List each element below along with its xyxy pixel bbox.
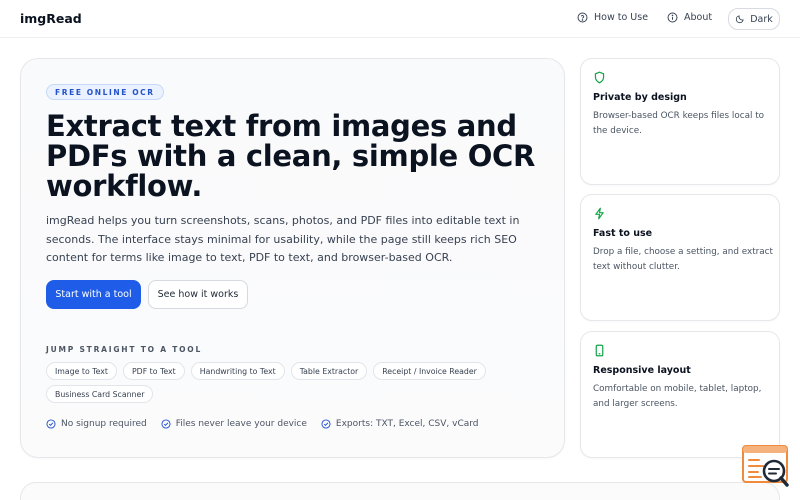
check-files-local: Files never leave your device: [161, 419, 307, 429]
hero-card: FREE ONLINE OCR Extract text from images…: [20, 58, 565, 458]
check-label: No signup required: [61, 419, 147, 429]
nav-how-to-use[interactable]: How to Use: [577, 12, 648, 23]
document-search-icon: [742, 445, 789, 487]
feature-title: Fast to use: [593, 228, 653, 239]
lightning-icon: [595, 207, 604, 220]
hero-description: imgRead helps you turn screenshots, scan…: [46, 214, 520, 264]
check-exports: Exports: TXT, Excel, CSV, vCard: [321, 419, 479, 429]
tool-chip-pdf-to-text[interactable]: PDF to Text: [122, 362, 185, 380]
tool-chip-receipt-invoice-reader[interactable]: Receipt / Invoice Reader: [373, 362, 486, 380]
info-circle-icon: [667, 12, 678, 23]
tool-chip-business-card-scanner[interactable]: Business Card Scanner: [46, 385, 154, 403]
feature-checks: No signup required Files never leave you…: [46, 419, 479, 429]
feature-card-private: Private by design Browser-based OCR keep…: [580, 58, 780, 185]
nav-about-label: About: [684, 12, 713, 23]
start-with-tool-button[interactable]: Start with a tool: [46, 280, 141, 309]
moon-icon: [736, 15, 744, 24]
feature-description: Drop a file, choose a setting, and extra…: [593, 247, 773, 272]
shield-icon: [594, 71, 605, 84]
brand-logo[interactable]: imgRead: [20, 11, 82, 26]
theme-toggle-button[interactable]: Dark: [728, 8, 780, 30]
see-how-it-works-button[interactable]: See how it works: [148, 280, 248, 309]
check-circle-icon: [46, 419, 56, 429]
check-circle-icon: [321, 419, 331, 429]
feature-description: Browser-based OCR keeps files local to t…: [593, 111, 765, 136]
feature-card-fast: Fast to use Drop a file, choose a settin…: [580, 194, 780, 321]
tool-chip-list: Image to Text PDF to Text Handwriting to…: [46, 362, 486, 403]
hero-badge: FREE ONLINE OCR: [46, 84, 164, 100]
check-circle-icon: [161, 419, 171, 429]
feature-title: Responsive layout: [593, 365, 691, 376]
check-label: Exports: TXT, Excel, CSV, vCard: [335, 419, 479, 429]
tool-chip-image-to-text[interactable]: Image to Text: [46, 362, 117, 380]
top-navbar: imgRead How to Use About Dark: [0, 0, 800, 38]
theme-toggle-label: Dark: [750, 13, 773, 25]
check-label: Files never leave your device: [175, 419, 307, 429]
tool-chip-handwriting-to-text[interactable]: Handwriting to Text: [190, 362, 285, 380]
tool-chip-table-extractor[interactable]: Table Extractor: [290, 362, 368, 380]
mobile-icon: [595, 344, 604, 357]
next-section-card: [20, 482, 780, 500]
nav-about[interactable]: About: [667, 12, 712, 23]
nav-how-to-use-label: How to Use: [594, 12, 649, 23]
check-no-signup: No signup required: [46, 419, 147, 429]
feature-card-responsive: Responsive layout Comfortable on mobile,…: [580, 331, 780, 458]
feature-title: Private by design: [593, 92, 687, 103]
feature-description: Comfortable on mobile, tablet, laptop, a…: [593, 384, 762, 409]
hero-title: Extract text from images and PDFs with a…: [46, 109, 536, 203]
floating-ocr-widget[interactable]: [741, 444, 791, 490]
question-circle-icon: [577, 12, 588, 23]
jump-to-tool-label: JUMP STRAIGHT TO A TOOL: [46, 345, 203, 354]
